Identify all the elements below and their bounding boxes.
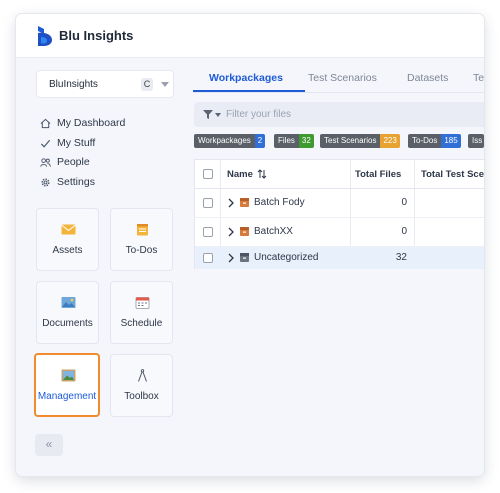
workspace-select[interactable]: BluInsights C [36,70,174,98]
tab-workpackages[interactable]: Workpackages [209,72,283,84]
app-window: Blu Insights BluInsights C My Dashboard … [16,14,484,476]
tile-label: Assets [52,245,83,256]
package-icon [240,198,249,207]
calendar-icon [135,297,150,309]
chevron-down-icon[interactable] [161,82,169,87]
active-tab-indicator [193,90,305,92]
tile-label: Schedule [120,318,163,329]
chip-files[interactable]: Files 32 [274,134,314,148]
chip-label: To-Dos [408,134,442,148]
notepad-icon [137,224,148,236]
row-name: BatchXX [254,226,293,237]
top-bar: Blu Insights [16,14,484,58]
nav-item-label: My Dashboard [57,117,126,129]
workspace-badge: C [141,78,153,91]
chip-to-dos[interactable]: To-Dos 185 [408,134,461,148]
chip-issues[interactable]: Iss [468,134,484,148]
envelope-icon [61,224,76,235]
tab-test[interactable]: Te [473,72,484,84]
row-total-files: 0 [401,226,407,237]
nav-item-my-stuff[interactable]: My Stuff [40,136,180,152]
package-icon [240,227,249,236]
filter-icon[interactable] [203,110,213,119]
chip-label: Files [274,134,299,148]
tile-toolbox[interactable]: Toolbox [110,354,173,417]
chip-count: 185 [441,134,461,148]
compass-icon [138,369,147,382]
row-name: Batch Fody [254,197,305,208]
check-icon [40,139,51,148]
row-checkbox[interactable] [203,253,213,263]
chip-count: 2 [254,134,266,148]
nav-item-label: Settings [57,176,95,188]
tile-label: Documents [42,318,93,329]
tile-to-dos[interactable]: To-Dos [110,208,173,271]
tile-schedule[interactable]: Schedule [110,281,173,344]
chip-label: Test Scenarios [320,134,381,148]
table-header: Name Total Files Total Test Scen [195,160,484,189]
row-name: Uncategorized [254,252,319,263]
nav-item-people[interactable]: People [40,155,180,171]
chip-workpackages[interactable]: Workpackages 2 [194,134,266,148]
table-row[interactable]: Uncategorized 32 [195,247,484,269]
folder-icon [240,253,249,262]
people-icon [40,158,51,167]
chip-label: Iss [468,134,484,148]
nav-item-settings[interactable]: Settings [40,175,180,191]
sort-icon[interactable] [257,169,267,179]
chip-test-scenarios[interactable]: Test Scenarios 223 [320,134,400,148]
table-row[interactable]: Batch Fody 0 [195,189,484,218]
tabs-divider [193,92,484,93]
chevron-right-icon[interactable] [228,198,234,208]
nav-item-label: My Stuff [57,137,96,149]
chevron-down-icon[interactable] [215,113,221,117]
workspace-name: BluInsights [49,79,98,90]
app-title: Blu Insights [59,28,134,43]
table-row[interactable]: BatchXX 0 [195,218,484,247]
nav-item-my-dashboard[interactable]: My Dashboard [40,116,180,132]
filter-input[interactable] [226,107,476,122]
gear-icon [41,178,50,187]
collapse-sidebar-button[interactable]: « [35,434,63,456]
tile-management[interactable]: Management [34,353,100,417]
tile-assets[interactable]: Assets [36,208,99,271]
image-icon [61,297,76,308]
row-total-files: 32 [395,252,407,263]
filter-bar [194,102,484,127]
column-header-total-test-scenarios[interactable]: Total Test Scen [421,169,484,180]
nav-item-label: People [57,156,90,168]
row-checkbox[interactable] [203,198,213,208]
painting-icon [61,369,76,382]
tile-documents[interactable]: Documents [36,281,99,344]
tab-test-scenarios[interactable]: Test Scenarios [308,72,377,84]
row-total-files: 0 [401,197,407,208]
chip-label: Workpackages [194,134,255,148]
blu-insights-logo-icon [38,26,52,46]
tile-label: Management [37,391,97,402]
tab-datasets[interactable]: Datasets [407,72,448,84]
row-checkbox[interactable] [203,227,213,237]
column-header-total-files[interactable]: Total Files [355,169,401,180]
chip-count: 32 [298,134,314,148]
tile-label: Toolbox [124,391,159,402]
workpackages-table: Name Total Files Total Test Scen Batch F… [194,159,484,269]
chevron-right-icon[interactable] [228,253,234,263]
chevron-right-icon[interactable] [228,227,234,237]
select-all-checkbox[interactable] [203,169,213,179]
tile-label: To-Dos [125,245,158,256]
column-header-name[interactable]: Name [227,169,253,180]
home-icon [40,118,51,129]
chip-count: 223 [380,134,400,148]
